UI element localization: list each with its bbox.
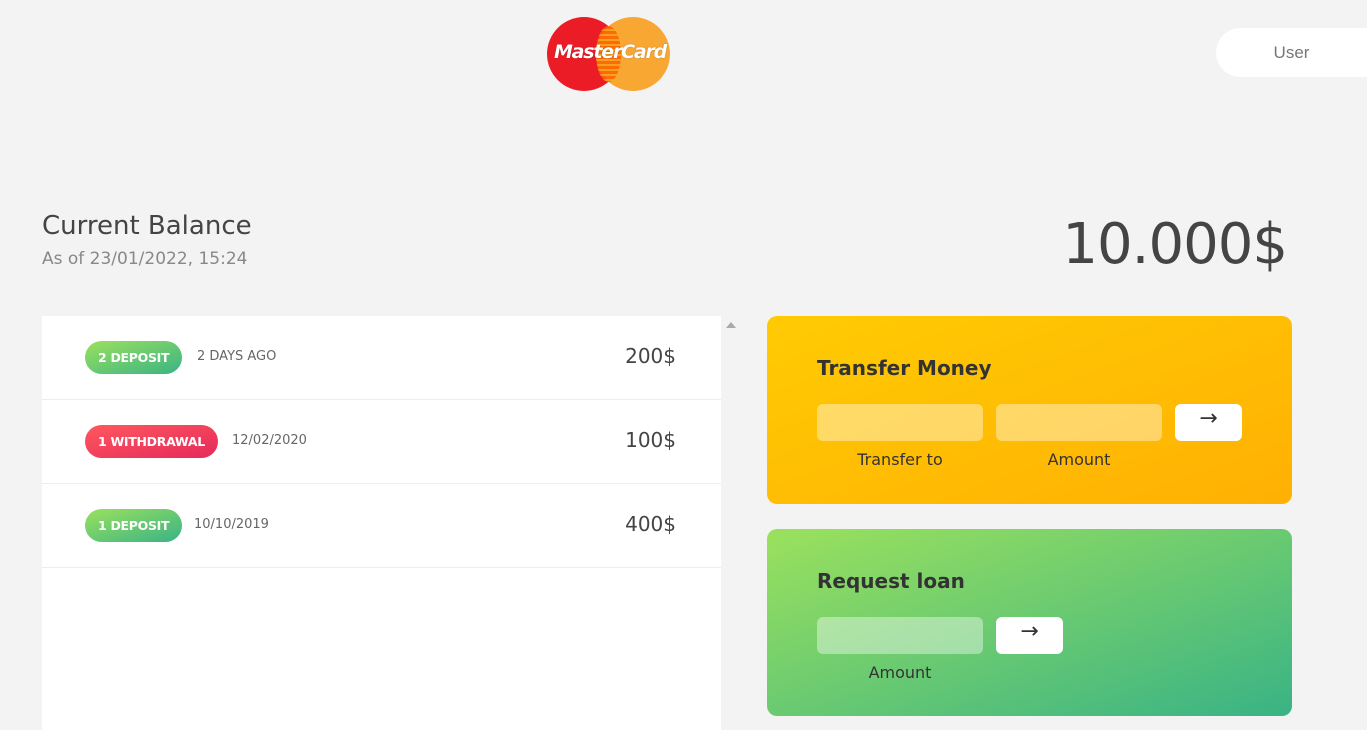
transfer-amount-input[interactable] — [996, 404, 1162, 441]
movement-row: 2 DEPOSIT 2 DAYS AGO 200$ — [42, 316, 721, 400]
request-loan-card: Request loan → Amount — [767, 529, 1292, 716]
balance-value: 10.000$ — [1062, 212, 1288, 277]
movement-type-badge: 1 WITHDRAWAL — [85, 425, 218, 458]
movements-list[interactable]: 2 DEPOSIT 2 DAYS AGO 200$ 1 WITHDRAWAL 1… — [42, 316, 721, 730]
movement-amount: 200$ — [625, 344, 676, 368]
mastercard-logo: MasterCard — [547, 17, 670, 91]
movement-date: 2 DAYS AGO — [197, 349, 277, 364]
movement-amount: 100$ — [625, 428, 676, 452]
movement-date: 12/02/2020 — [232, 433, 307, 448]
balance-title: Current Balance — [42, 211, 252, 241]
movement-type-badge: 2 DEPOSIT — [85, 341, 183, 374]
transfer-submit-button[interactable]: → — [1175, 404, 1242, 441]
loan-amount-input[interactable] — [817, 617, 983, 654]
transfer-to-label: Transfer to — [857, 450, 943, 469]
transfer-to-input[interactable] — [817, 404, 983, 441]
arrow-right-icon: → — [1020, 619, 1039, 644]
loan-submit-button[interactable]: → — [996, 617, 1063, 654]
loan-amount-label: Amount — [868, 663, 932, 682]
user-button[interactable]: User — [1216, 28, 1367, 77]
movement-row: 1 WITHDRAWAL 12/02/2020 100$ — [42, 400, 721, 484]
transfer-money-card: Transfer Money → Transfer to Amount — [767, 316, 1292, 504]
movement-date: 10/10/2019 — [194, 517, 269, 532]
scroll-up-arrow-icon[interactable] — [726, 322, 736, 328]
loan-title: Request loan — [817, 569, 965, 593]
balance-date: As of 23/01/2022, 15:24 — [42, 249, 248, 269]
transfer-amount-label: Amount — [1047, 450, 1111, 469]
logo-wordmark: MasterCard — [553, 41, 667, 63]
movement-type-badge: 1 DEPOSIT — [85, 509, 183, 542]
transfer-title: Transfer Money — [817, 356, 992, 380]
arrow-right-icon: → — [1199, 406, 1218, 431]
movement-amount: 400$ — [625, 512, 676, 536]
movement-row: 1 DEPOSIT 10/10/2019 400$ — [42, 484, 721, 568]
